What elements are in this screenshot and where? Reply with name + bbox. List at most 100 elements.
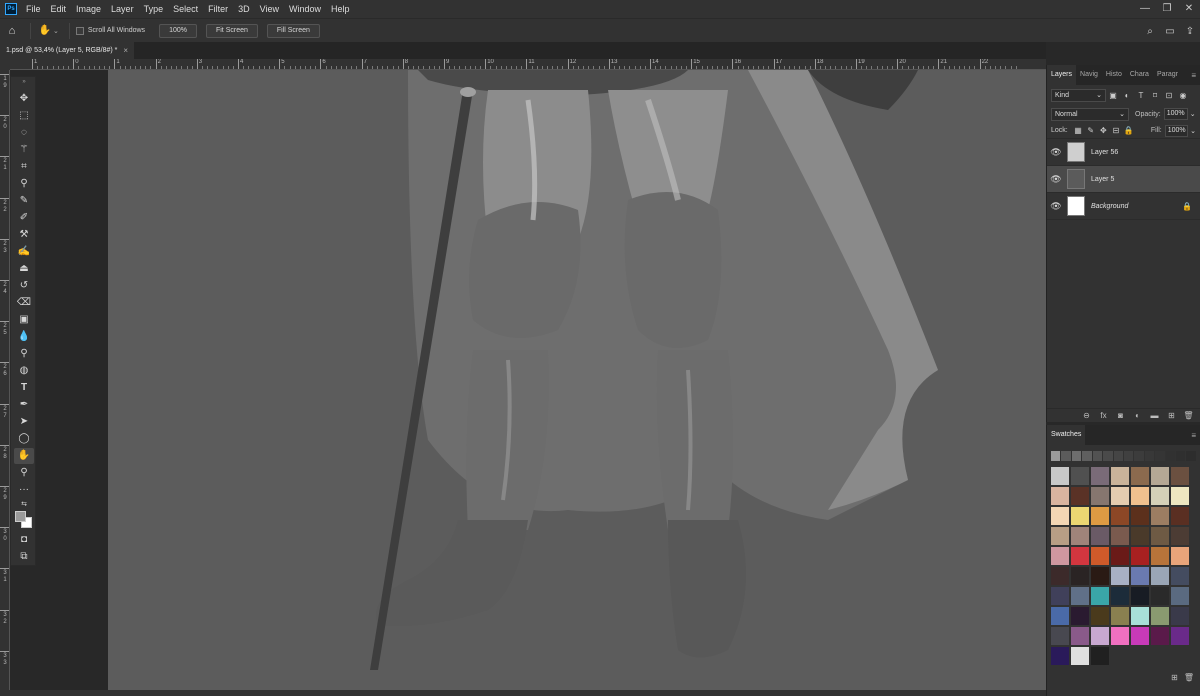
hand-tool-icon[interactable]: ✋: [14, 448, 34, 464]
zoom-100-button[interactable]: 100%: [159, 23, 197, 38]
eyedropper-tool-icon[interactable]: ⚲: [14, 176, 34, 192]
color-swatch[interactable]: [1051, 607, 1069, 625]
color-swatch[interactable]: [1131, 527, 1149, 545]
pixel-filter-icon[interactable]: ▣: [1106, 91, 1120, 100]
clone-stamp-tool-icon[interactable]: ⚒: [14, 227, 34, 243]
chevron-down-icon[interactable]: ⌄: [1190, 127, 1196, 135]
color-swatch[interactable]: [1071, 547, 1089, 565]
color-swatch[interactable]: [1091, 507, 1109, 525]
color-swatch[interactable]: [1051, 467, 1069, 485]
recent-color-swatch[interactable]: [1123, 451, 1134, 461]
smudge-tool-icon[interactable]: ◍: [14, 363, 34, 379]
pen-tool-icon[interactable]: ✒: [14, 397, 34, 413]
color-swatch[interactable]: [1051, 587, 1069, 605]
color-swatch[interactable]: [1111, 567, 1129, 585]
color-swatch[interactable]: [1131, 567, 1149, 585]
color-swatch[interactable]: [1091, 527, 1109, 545]
menu-layer[interactable]: Layer: [106, 4, 139, 14]
close-button[interactable]: ✕: [1178, 0, 1200, 18]
zoom-tool-icon[interactable]: ⚲: [14, 465, 34, 481]
fit-screen-button[interactable]: Fit Screen: [205, 23, 258, 38]
color-swatch[interactable]: [1071, 487, 1089, 505]
filter-toggle-icon[interactable]: ◉: [1176, 91, 1190, 100]
gradient-tool-icon[interactable]: ▣: [14, 312, 34, 328]
tab-layers[interactable]: Layers: [1047, 65, 1077, 85]
menu-image[interactable]: Image: [71, 4, 106, 14]
recent-color-swatch[interactable]: [1092, 451, 1103, 461]
magic-wand-tool-icon[interactable]: ⚚: [14, 142, 34, 158]
recent-color-swatch[interactable]: [1134, 451, 1144, 461]
chevron-down-icon[interactable]: ⌄: [1190, 110, 1196, 118]
color-swatch[interactable]: [1131, 627, 1149, 645]
menu-window[interactable]: Window: [284, 4, 326, 14]
share-icon[interactable]: ⇪: [1180, 26, 1200, 37]
tab-navigator[interactable]: Navig: [1076, 65, 1102, 85]
ellipse-tool-icon[interactable]: ◯: [14, 431, 34, 447]
color-swatch[interactable]: [1051, 647, 1069, 665]
home-icon[interactable]: ⌂: [0, 25, 24, 37]
screen-mode-icon[interactable]: ⧉: [14, 549, 34, 565]
layer-row[interactable]: 👁 Background 🔒: [1047, 193, 1200, 220]
color-swatch[interactable]: [1071, 567, 1089, 585]
lock-transparent-icon[interactable]: ▦: [1072, 126, 1085, 135]
color-swatch[interactable]: [1151, 627, 1169, 645]
path-selection-tool-icon[interactable]: ➤: [14, 414, 34, 430]
quick-mask-icon[interactable]: ◘: [14, 532, 34, 548]
search-icon[interactable]: ⌕: [1140, 26, 1160, 37]
dodge-tool-icon[interactable]: ⚲: [14, 346, 34, 362]
recent-color-swatch[interactable]: [1051, 451, 1061, 461]
color-swatch[interactable]: [1111, 527, 1129, 545]
color-swatch[interactable]: [1111, 487, 1129, 505]
type-filter-icon[interactable]: T: [1134, 91, 1148, 100]
tab-character[interactable]: Chara: [1126, 65, 1153, 85]
minimize-button[interactable]: —: [1134, 0, 1156, 18]
hand-tool-icon[interactable]: ✋: [37, 25, 53, 36]
color-swatch[interactable]: [1071, 527, 1089, 545]
tab-swatches[interactable]: Swatches: [1047, 425, 1086, 445]
color-swatch[interactable]: [1111, 467, 1129, 485]
menu-view[interactable]: View: [255, 4, 284, 14]
color-swatch[interactable]: [1051, 527, 1069, 545]
color-swatch[interactable]: [1111, 607, 1129, 625]
fill-screen-button[interactable]: Fill Screen: [266, 23, 320, 38]
color-swatch[interactable]: [1051, 627, 1069, 645]
color-swatch[interactable]: [1151, 547, 1169, 565]
menu-3d[interactable]: 3D: [233, 4, 255, 14]
add-mask-icon[interactable]: ◙: [1112, 411, 1129, 420]
link-layers-icon[interactable]: ⊖: [1078, 411, 1095, 420]
workspace-icon[interactable]: ▭: [1160, 26, 1180, 37]
healing-brush-tool-icon[interactable]: ✍: [14, 244, 34, 260]
recent-color-swatch[interactable]: [1186, 451, 1196, 461]
panel-menu-icon[interactable]: ≡: [1191, 431, 1196, 440]
smart-object-filter-icon[interactable]: ⊡: [1162, 91, 1176, 100]
delete-swatch-icon[interactable]: 🗑: [1184, 673, 1194, 682]
color-swatch[interactable]: [1171, 587, 1189, 605]
document-tab[interactable]: 1.psd @ 53,4% (Layer 5, RGB/8#) * ×: [0, 42, 135, 59]
menu-filter[interactable]: Filter: [203, 4, 233, 14]
color-swatch[interactable]: [1171, 627, 1189, 645]
menu-help[interactable]: Help: [326, 4, 355, 14]
recent-color-swatch[interactable]: [1082, 451, 1092, 461]
recent-color-swatch[interactable]: [1176, 451, 1186, 461]
color-swatch[interactable]: [1071, 507, 1089, 525]
scroll-all-windows-checkbox[interactable]: [75, 26, 84, 35]
color-swatch[interactable]: [1151, 527, 1169, 545]
color-swatch[interactable]: [1071, 467, 1089, 485]
color-swatch[interactable]: [1091, 487, 1109, 505]
color-swatch[interactable]: [1051, 547, 1069, 565]
blend-mode-select[interactable]: Normal ⌄: [1051, 107, 1129, 121]
color-swatch[interactable]: [1151, 587, 1169, 605]
tab-history[interactable]: Histo: [1102, 65, 1126, 85]
color-swatch[interactable]: [1171, 567, 1189, 585]
lasso-tool-icon[interactable]: ◌: [14, 125, 34, 141]
color-swatch[interactable]: [1071, 607, 1089, 625]
restore-button[interactable]: ❐: [1156, 0, 1178, 18]
color-swatch[interactable]: [1071, 587, 1089, 605]
adjustment-filter-icon[interactable]: ◐: [1120, 91, 1134, 100]
color-swatch[interactable]: [1171, 547, 1189, 565]
color-swatch[interactable]: [1111, 627, 1129, 645]
visibility-eye-icon[interactable]: 👁: [1047, 201, 1065, 212]
group-icon[interactable]: ▬: [1146, 411, 1163, 420]
delete-layer-icon[interactable]: 🗑: [1180, 411, 1197, 420]
color-swatch[interactable]: [1171, 507, 1189, 525]
